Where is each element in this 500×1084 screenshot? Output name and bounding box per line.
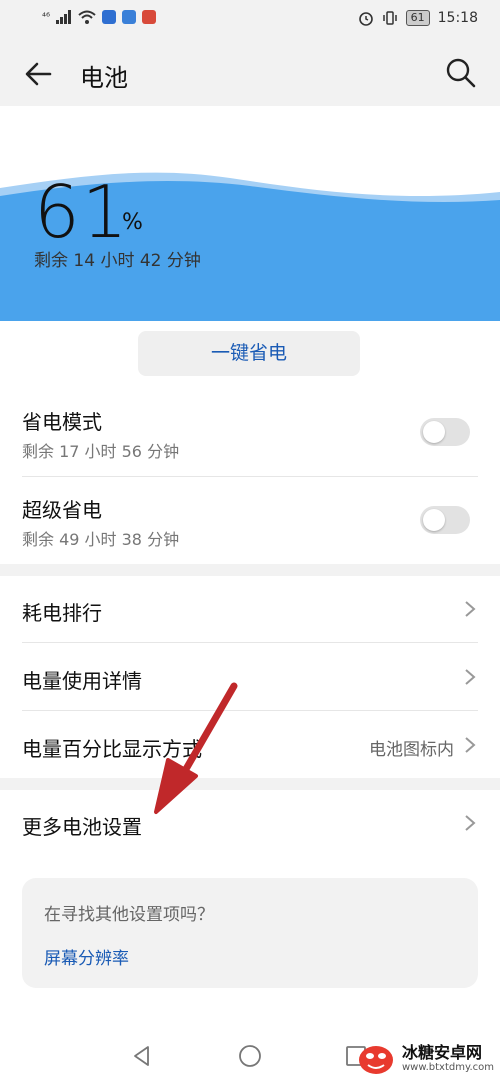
battery-percentage-display-row[interactable]: 电量百分比显示方式 电池图标内 xyxy=(0,712,500,778)
suggestion-question: 在寻找其他设置项吗？ xyxy=(44,905,214,925)
battery-indicator: 61 xyxy=(405,10,430,26)
power-saving-mode-toggle[interactable] xyxy=(420,418,470,446)
nav-back-icon[interactable] xyxy=(130,1044,154,1068)
ultra-power-saving-title: 超级省电 xyxy=(22,498,102,522)
status-bar: ⁴⁶ 61 15:18 xyxy=(0,0,500,40)
chevron-right-icon xyxy=(465,601,476,617)
search-icon[interactable] xyxy=(444,56,478,90)
battery-percent-sign: % xyxy=(122,210,143,235)
wifi-icon xyxy=(78,10,96,24)
watermark: 冰糖安卓网 www.btxtdmy.com xyxy=(356,1038,494,1078)
location-notification-icon xyxy=(142,10,157,24)
power-saving-mode-subtitle: 剩余 17 小时 56 分钟 xyxy=(22,442,180,461)
ultra-power-saving-subtitle: 剩余 49 小时 38 分钟 xyxy=(22,530,180,549)
vibrate-icon xyxy=(382,11,397,25)
watermark-url: www.btxtdmy.com xyxy=(401,1061,494,1073)
watermark-logo-icon xyxy=(358,1046,393,1074)
power-saving-mode-row[interactable]: 省电模式 剩余 17 小时 56 分钟 xyxy=(0,392,500,476)
signal-icon xyxy=(56,10,72,24)
app-bar: 电池 xyxy=(0,40,500,106)
divider xyxy=(22,476,478,477)
alarm-icon xyxy=(358,12,373,26)
battery-percentage-display-value: 电池图标内 xyxy=(369,740,454,760)
ultra-power-saving-row[interactable]: 超级省电 剩余 49 小时 38 分钟 xyxy=(0,480,500,564)
power-consumption-ranking-title: 耗电排行 xyxy=(22,601,102,625)
more-battery-settings-row[interactable]: 更多电池设置 xyxy=(0,790,500,856)
network-label: ⁴⁶ xyxy=(42,11,51,23)
back-arrow-icon[interactable] xyxy=(20,56,56,92)
more-battery-settings-title: 更多电池设置 xyxy=(22,815,142,839)
status-right: 61 15:18 xyxy=(358,10,478,26)
chevron-right-icon xyxy=(465,815,476,831)
power-saving-mode-title: 省电模式 xyxy=(22,410,102,434)
toggle-knob xyxy=(423,421,445,443)
power-usage-details-row[interactable]: 电量使用详情 xyxy=(0,644,500,710)
screen-resolution-link[interactable]: 屏幕分辨率 xyxy=(44,944,129,969)
section-gap xyxy=(0,564,500,576)
section-gap xyxy=(0,778,500,790)
chevron-right-icon xyxy=(465,669,476,685)
battery-status-panel: 61 % 剩余 14 小时 42 分钟 xyxy=(0,106,500,321)
other-settings-suggestion-card: 在寻找其他设置项吗？ 屏幕分辨率 xyxy=(22,878,478,988)
battery-percent: 61 xyxy=(34,170,130,254)
chevron-right-icon xyxy=(465,737,476,753)
power-usage-details-title: 电量使用详情 xyxy=(22,669,142,693)
clock: 15:18 xyxy=(437,10,478,26)
battery-percentage-display-title: 电量百分比显示方式 xyxy=(22,737,202,761)
divider xyxy=(22,642,478,643)
app-notification-icon xyxy=(102,10,117,24)
toggle-knob xyxy=(423,509,445,531)
ultra-power-saving-toggle[interactable] xyxy=(420,506,470,534)
power-consumption-ranking-row[interactable]: 耗电排行 xyxy=(0,576,500,642)
divider xyxy=(22,710,478,711)
battery-remaining-time: 剩余 14 小时 42 分钟 xyxy=(34,251,201,271)
app-notification-icon-2 xyxy=(122,10,137,24)
one-tap-power-saving-button[interactable]: 一键省电 xyxy=(138,331,360,376)
nav-home-icon[interactable] xyxy=(238,1044,262,1068)
page-title: 电池 xyxy=(80,64,128,92)
status-left: ⁴⁶ xyxy=(42,10,157,24)
watermark-name: 冰糖安卓网 xyxy=(401,1042,482,1062)
